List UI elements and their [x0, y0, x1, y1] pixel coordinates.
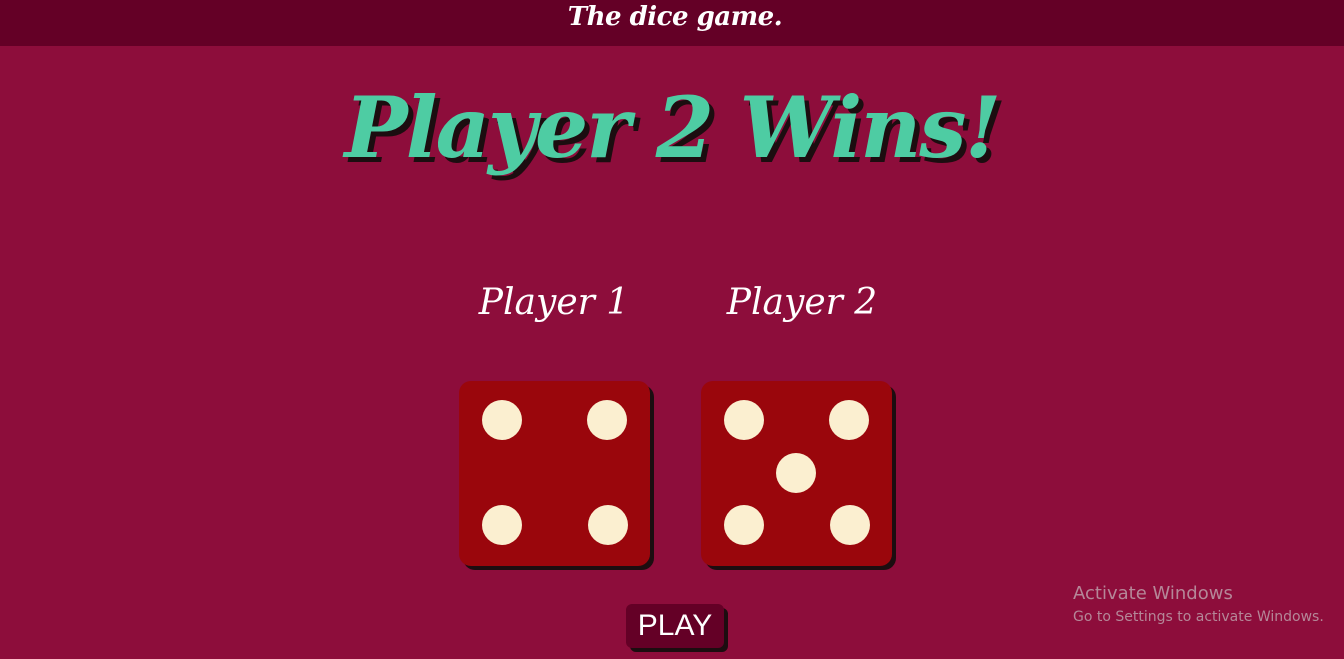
- app-title: The dice game.: [567, 2, 783, 32]
- die-pip: [587, 400, 627, 440]
- activate-windows-watermark: Activate Windows Go to Settings to activ…: [1073, 583, 1324, 627]
- player-1-label: Player 1: [478, 282, 630, 323]
- die-pip: [482, 400, 522, 440]
- player-1-die: [459, 381, 650, 566]
- die-pip: [724, 505, 764, 545]
- die-pip: [482, 505, 522, 545]
- die-pip: [830, 505, 870, 545]
- die-pip: [588, 505, 628, 545]
- winner-heading: Player 2 Wins!: [344, 78, 1002, 177]
- die-pip: [724, 400, 764, 440]
- die-pip: [829, 400, 869, 440]
- player-2-die: [701, 381, 892, 566]
- die-pip: [776, 453, 816, 493]
- header-bar: The dice game.: [0, 0, 1344, 46]
- player-2-label: Player 2: [726, 282, 878, 323]
- watermark-title: Activate Windows: [1073, 583, 1233, 604]
- watermark-subtitle: Go to Settings to activate Windows.: [1073, 609, 1324, 625]
- play-button[interactable]: PLAY: [626, 604, 724, 648]
